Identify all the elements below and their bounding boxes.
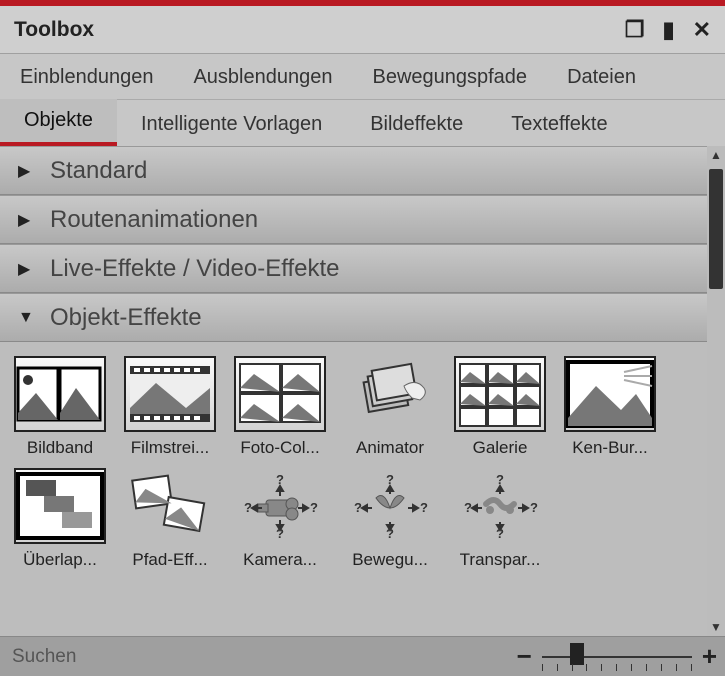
item-label: Kamera... [232, 550, 328, 570]
scroll-track[interactable] [707, 164, 725, 618]
foto-collage-icon [234, 356, 326, 432]
item-filmstreifen[interactable]: Filmstrei... [122, 356, 218, 458]
slider-ticks [542, 664, 692, 671]
item-label: Bewegu... [342, 550, 438, 570]
category-label: Standard [50, 157, 147, 185]
tab-texteffekte[interactable]: Texteffekte [487, 103, 631, 146]
titlebar: Toolbox ❐ ▮ ✕ [0, 6, 725, 54]
category-label: Live-Effekte / Video-Effekte [50, 255, 340, 283]
tab-objekte[interactable]: Objekte [0, 99, 117, 146]
item-animator[interactable]: Animator [342, 356, 438, 458]
category-header-standard[interactable]: ▶ Standard [0, 147, 707, 195]
item-label: Transpar... [452, 550, 548, 570]
item-galerie[interactable]: Galerie [452, 356, 548, 458]
ueberlappung-icon [14, 468, 106, 544]
items-grid: Bildband Filmstrei... Foto-Col... [0, 342, 707, 576]
svg-text:?: ? [244, 500, 252, 515]
category-header-live[interactable]: ▶ Live-Effekte / Video-Effekte [0, 245, 707, 293]
bildband-icon [14, 356, 106, 432]
panel-title: Toolbox [14, 18, 625, 42]
svg-text:?: ? [420, 500, 428, 515]
item-foto-collage[interactable]: Foto-Col... [232, 356, 328, 458]
zoom-out-button[interactable]: − [517, 641, 532, 672]
tab-ausblendungen[interactable]: Ausblendungen [173, 56, 352, 99]
category-live-effekte: ▶ Live-Effekte / Video-Effekte [0, 244, 707, 293]
scroll-down-icon[interactable]: ▼ [710, 618, 722, 636]
bewegung-icon: ???? [344, 468, 436, 544]
zoom-in-button[interactable]: + [702, 641, 717, 672]
zoom-slider[interactable] [542, 645, 692, 669]
tab-bewegungspfade[interactable]: Bewegungspfade [352, 56, 547, 99]
vertical-scrollbar[interactable]: ▲ ▼ [707, 146, 725, 636]
close-icon[interactable]: ✕ [693, 17, 711, 43]
item-label: Foto-Col... [232, 438, 328, 458]
svg-text:?: ? [464, 500, 472, 515]
item-label: Galerie [452, 438, 548, 458]
tab-bildeffekte[interactable]: Bildeffekte [346, 103, 487, 146]
svg-text:?: ? [354, 500, 362, 515]
maximize-icon[interactable]: ❐ [625, 17, 645, 43]
item-transparenz[interactable]: ???? Transpar... [452, 468, 548, 570]
tab-einblendungen[interactable]: Einblendungen [0, 56, 173, 99]
pfad-effekt-icon [124, 468, 216, 544]
item-ueberlappung[interactable]: Überlap... [12, 468, 108, 570]
chevron-right-icon: ▶ [18, 210, 50, 230]
kamera-icon: ???? [234, 468, 326, 544]
slider-track [542, 656, 692, 658]
category-standard: ▶ Standard [0, 146, 707, 195]
tab-intelligente-vorlagen[interactable]: Intelligente Vorlagen [117, 103, 346, 146]
category-header-objekt[interactable]: ▼ Objekt-Effekte [0, 294, 707, 342]
filmstreifen-icon [124, 356, 216, 432]
pin-icon[interactable]: ▮ [662, 17, 674, 43]
item-label: Bildband [12, 438, 108, 458]
item-bewegung[interactable]: ???? Bewegu... [342, 468, 438, 570]
chevron-right-icon: ▶ [18, 161, 50, 181]
footer: − + [0, 636, 725, 676]
galerie-icon [454, 356, 546, 432]
category-routenanimationen: ▶ Routenanimationen [0, 195, 707, 244]
item-label: Animator [342, 438, 438, 458]
item-bildband[interactable]: Bildband [12, 356, 108, 458]
animator-icon [344, 356, 436, 432]
tab-row-bottom: Objekte Intelligente Vorlagen Bildeffekt… [0, 100, 725, 146]
content-wrap: ▶ Standard ▶ Routenanimationen ▶ Live-Ef… [0, 146, 725, 636]
category-header-routen[interactable]: ▶ Routenanimationen [0, 196, 707, 244]
ken-burns-icon [564, 356, 656, 432]
slider-handle[interactable] [570, 643, 584, 665]
zoom-controls: − + [517, 641, 717, 672]
tab-row-top: Einblendungen Ausblendungen Bewegungspfa… [0, 54, 725, 100]
scroll-up-icon[interactable]: ▲ [710, 146, 722, 164]
transparenz-icon: ???? [454, 468, 546, 544]
item-label: Filmstrei... [122, 438, 218, 458]
category-label: Routenanimationen [50, 206, 258, 234]
scroll-thumb[interactable] [709, 169, 723, 289]
category-objekt-effekte: ▼ Objekt-Effekte Bildband Film [0, 293, 707, 576]
category-label: Objekt-Effekte [50, 304, 202, 332]
chevron-right-icon: ▶ [18, 259, 50, 279]
item-label: Ken-Bur... [562, 438, 658, 458]
svg-text:?: ? [310, 500, 318, 515]
search-input[interactable] [8, 642, 507, 672]
tab-dateien[interactable]: Dateien [547, 56, 656, 99]
item-kamera[interactable]: ???? Kamera... [232, 468, 328, 570]
titlebar-controls: ❐ ▮ ✕ [625, 17, 711, 43]
item-label: Pfad-Eff... [122, 550, 218, 570]
toolbox-panel: Toolbox ❐ ▮ ✕ Einblendungen Ausblendunge… [0, 0, 725, 676]
item-ken-burns[interactable]: Ken-Bur... [562, 356, 658, 458]
item-label: Überlap... [12, 550, 108, 570]
item-pfad-effekt[interactable]: Pfad-Eff... [122, 468, 218, 570]
content-area: ▶ Standard ▶ Routenanimationen ▶ Live-Ef… [0, 146, 707, 636]
chevron-down-icon: ▼ [18, 309, 50, 327]
svg-text:?: ? [530, 500, 538, 515]
